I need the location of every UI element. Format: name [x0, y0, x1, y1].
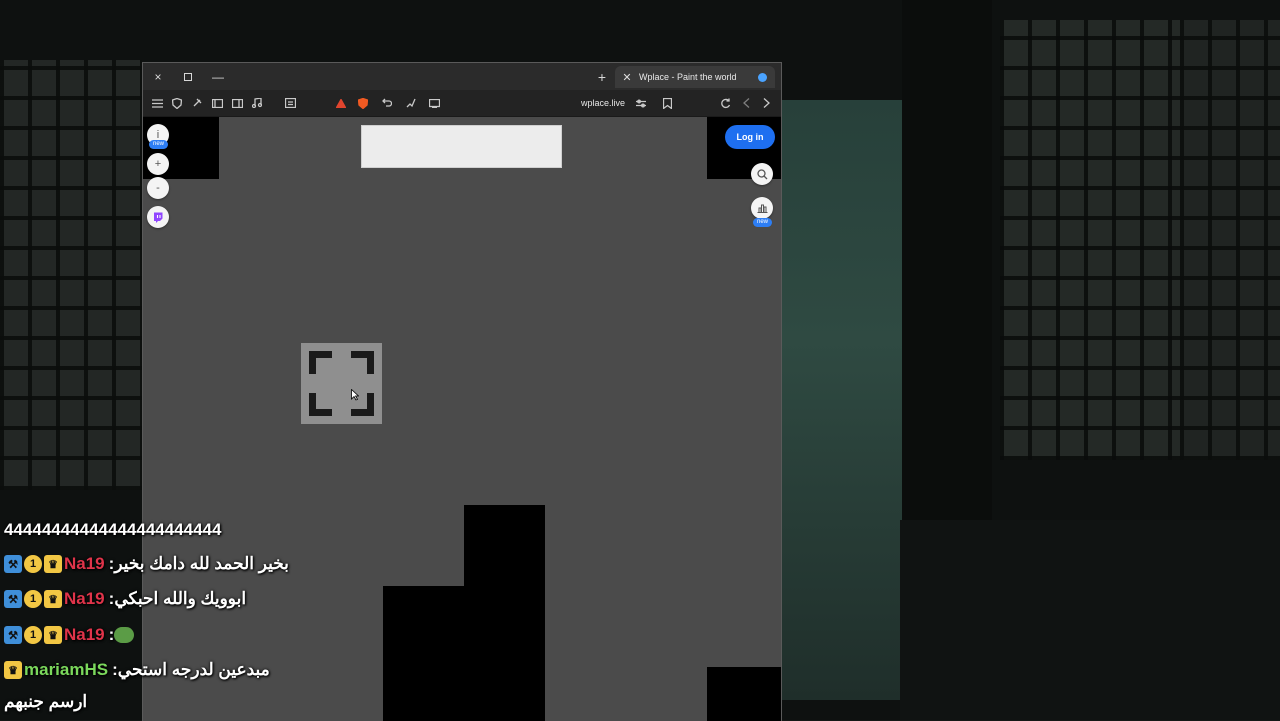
new-tab-button[interactable]: +	[591, 63, 613, 90]
active-tab[interactable]: ✕ Wplace - Paint the world	[615, 66, 775, 88]
wplace-canvas[interactable]: i new + - Log in new	[143, 117, 781, 721]
brave-shield-icon[interactable]	[355, 90, 371, 116]
reader-mode-icon[interactable]	[281, 90, 299, 116]
pixel-selection-frame[interactable]	[301, 343, 382, 424]
pin-icon[interactable]	[189, 90, 205, 116]
moderator-badge-icon: ⚒	[4, 626, 22, 644]
browser-window: × — + ✕ Wplace - Paint the world wplace.…	[142, 62, 782, 721]
crown-badge-icon: ♛	[44, 555, 62, 573]
login-button[interactable]: Log in	[725, 125, 775, 149]
zoom-out-icon: -	[156, 182, 160, 194]
shield-icon[interactable]	[169, 90, 185, 116]
twitch-button[interactable]	[147, 206, 169, 228]
zoom-out-button[interactable]: -	[147, 177, 169, 199]
maximize-button[interactable]	[177, 63, 199, 90]
brave-rewards-icon[interactable]	[333, 90, 349, 116]
sub-tier-badge-icon: 1	[24, 626, 42, 644]
pepe-emote-icon	[114, 627, 135, 643]
ad-banner[interactable]	[361, 125, 562, 168]
chat-username: Na19	[64, 625, 105, 644]
menu-icon[interactable]	[149, 90, 165, 116]
tab-title: Wplace - Paint the world	[639, 72, 737, 82]
search-location-button[interactable]	[751, 163, 773, 185]
minimize-button[interactable]: —	[207, 63, 229, 90]
maximize-icon	[184, 72, 192, 81]
bookmark-icon[interactable]	[659, 90, 675, 116]
site-settings-icon[interactable]	[633, 90, 649, 116]
reload-icon[interactable]	[717, 90, 733, 116]
chat-message: ⚒ 1 ♛ Na19 : بخير الحمد لله دامك بخير	[4, 550, 289, 578]
chat-message-text: بخير الحمد لله دامك بخير	[114, 554, 289, 573]
back-icon[interactable]	[739, 90, 753, 116]
chat-message: ⚒ 1 ♛ Na19 : ابوويك والله احبكي	[4, 585, 246, 613]
leaderboard-button[interactable]	[751, 197, 773, 219]
crown-badge-icon: ♛	[4, 661, 22, 679]
chat-message: ارسم جنبهم	[4, 688, 87, 716]
canvas-pixel-block	[383, 586, 464, 721]
canvas-pixel-block	[464, 505, 545, 721]
moderator-badge-icon: ⚒	[4, 555, 22, 573]
right-window-lattice	[1000, 20, 1180, 460]
mouse-cursor-icon	[351, 389, 359, 401]
twitch-icon	[154, 212, 163, 223]
sub-tier-badge-icon: 1	[24, 555, 42, 573]
crown-badge-icon: ♛	[44, 590, 62, 608]
title-bar: × — + ✕ Wplace - Paint the world	[143, 63, 781, 90]
chat-username: Na19	[64, 589, 105, 608]
new-badge: new	[149, 140, 169, 149]
screenshot-icon[interactable]	[425, 90, 443, 116]
chat-message: 44444444444444444444444	[4, 516, 221, 544]
right-window-lattice-2	[1180, 20, 1280, 460]
tab-close-icon[interactable]: ✕	[619, 71, 635, 84]
draw-icon[interactable]	[403, 90, 419, 116]
history-icon[interactable]	[209, 90, 225, 116]
chat-message: ♛ mariamHS : مبدعين لدرجه استحي	[4, 656, 270, 684]
canvas-pixel-block	[707, 667, 781, 721]
tab-favicon-icon	[758, 72, 767, 82]
forward-icon[interactable]	[759, 90, 773, 116]
chat-message-text: ابوويك والله احبكي	[114, 589, 247, 608]
address-bar[interactable]: wplace.live	[563, 90, 643, 116]
chat-username: mariamHS	[24, 660, 109, 679]
chat-message-text: مبدعين لدرجه استحي	[117, 660, 270, 679]
chat-message-text: ارسم جنبهم	[4, 692, 88, 711]
zoom-in-icon: +	[154, 158, 162, 170]
music-icon[interactable]	[249, 90, 265, 116]
new-badge: new	[753, 218, 773, 227]
sub-tier-badge-icon: 1	[24, 590, 42, 608]
leaderboard-icon	[757, 204, 767, 213]
left-window-lattice	[0, 60, 142, 490]
chat-message: ⚒ 1 ♛ Na19 :	[4, 621, 135, 649]
chat-message-text: 44444444444444444444444	[4, 520, 222, 539]
zoom-in-button[interactable]: +	[147, 153, 169, 175]
search-icon	[756, 168, 767, 179]
close-window-button[interactable]: ×	[147, 63, 169, 90]
forest-view	[782, 100, 902, 700]
chat-username: Na19	[64, 554, 105, 573]
moderator-badge-icon: ⚒	[4, 590, 22, 608]
crown-badge-icon: ♛	[44, 626, 62, 644]
sidebar-icon[interactable]	[229, 90, 245, 116]
undo-icon[interactable]	[379, 90, 395, 116]
